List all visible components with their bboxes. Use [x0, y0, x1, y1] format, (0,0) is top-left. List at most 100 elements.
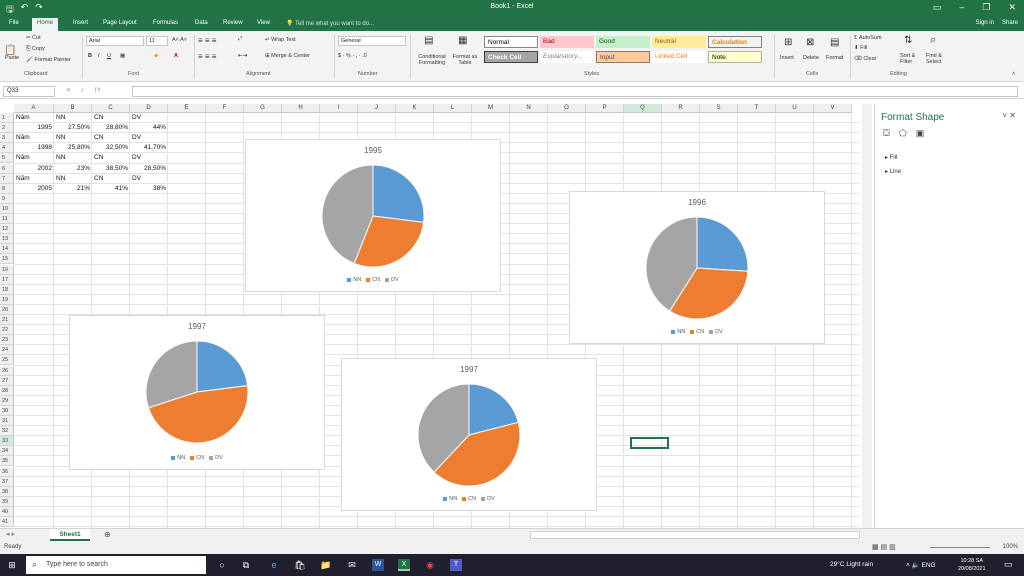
- row-header-40[interactable]: 40: [0, 506, 14, 517]
- cell-a1[interactable]: Năm: [16, 113, 52, 123]
- column-header-o[interactable]: O: [548, 104, 586, 113]
- cell-c4[interactable]: 32,50%: [94, 143, 128, 153]
- indent-icon[interactable]: ⇤⇥: [238, 53, 247, 59]
- column-header-m[interactable]: M: [472, 104, 510, 113]
- cell-b3[interactable]: NN: [56, 133, 90, 143]
- cell-b4[interactable]: 25,80%: [56, 143, 90, 153]
- italic-button[interactable]: I: [98, 53, 100, 59]
- pie-chart-1997-b[interactable]: 1997 NN CN DV: [341, 358, 597, 511]
- tab-page-layout[interactable]: Page Layout: [98, 18, 142, 31]
- size-properties-icon[interactable]: ▣: [916, 128, 925, 139]
- cell-a6[interactable]: 2002: [16, 164, 52, 174]
- zoom-level[interactable]: 100%: [1003, 544, 1018, 550]
- column-header-n[interactable]: N: [510, 104, 548, 113]
- notifications-icon[interactable]: ▭: [1004, 559, 1013, 570]
- cell-a5[interactable]: Năm: [16, 153, 52, 163]
- view-buttons-icon[interactable]: ▦ ▤ ▥: [872, 543, 896, 551]
- clear-button[interactable]: ⌫ Clear: [854, 56, 876, 62]
- tab-formulas[interactable]: Formulas: [148, 18, 183, 31]
- currency-icon[interactable]: $ · % · , · .0: [338, 53, 367, 59]
- style-note[interactable]: Note: [708, 51, 762, 63]
- column-header-t[interactable]: T: [738, 104, 776, 113]
- cell-b8[interactable]: 21%: [56, 184, 90, 194]
- style-check-cell[interactable]: Check Cell: [484, 51, 538, 63]
- ribbon-display-icon[interactable]: ▭: [933, 2, 942, 13]
- horizontal-scrollbar[interactable]: [530, 531, 860, 539]
- column-header-g[interactable]: G: [244, 104, 282, 113]
- column-header-j[interactable]: J: [358, 104, 396, 113]
- row-header-24[interactable]: 24: [0, 345, 14, 356]
- underline-button[interactable]: U: [107, 53, 111, 59]
- cortana-icon[interactable]: ○: [216, 559, 228, 571]
- share-button[interactable]: Share: [1002, 20, 1018, 26]
- cell-b1[interactable]: NN: [56, 113, 90, 123]
- row-header-35[interactable]: 35: [0, 456, 14, 467]
- sheet-tab-sheet1[interactable]: Sheet1: [50, 529, 90, 541]
- tab-review[interactable]: Review: [218, 18, 248, 31]
- row-header-21[interactable]: 21: [0, 315, 14, 325]
- formula-input[interactable]: [132, 86, 1018, 97]
- cut-button[interactable]: ✂ Cut: [26, 35, 41, 41]
- scroll-tabs-icon[interactable]: ◂ ▸: [6, 530, 15, 538]
- font-size-select[interactable]: 11: [146, 36, 168, 46]
- row-header-23[interactable]: 23: [0, 335, 14, 346]
- font-family-select[interactable]: Arial: [86, 36, 144, 46]
- style-linked-cell[interactable]: Linked Cell: [652, 51, 706, 63]
- align-top-icon[interactable]: ≡ ≡ ≡: [198, 36, 216, 45]
- find-select-button[interactable]: Find & Select: [926, 53, 948, 65]
- column-header-a[interactable]: A: [14, 104, 54, 113]
- line-section[interactable]: ▸ Line: [885, 168, 901, 175]
- row-header-11[interactable]: 11: [0, 214, 14, 224]
- cell-c3[interactable]: CN: [94, 133, 128, 143]
- cell-c2[interactable]: 28,80%: [94, 123, 128, 133]
- pie-slice-nn[interactable]: [372, 164, 425, 223]
- row-header-32[interactable]: 32: [0, 426, 14, 437]
- row-header-39[interactable]: 39: [0, 496, 14, 507]
- row-header-15[interactable]: 15: [0, 254, 14, 265]
- row-header-28[interactable]: 28: [0, 385, 14, 396]
- row-header-37[interactable]: 37: [0, 476, 14, 487]
- row-header-19[interactable]: 19: [0, 294, 14, 305]
- style-calculation[interactable]: Calculation: [708, 36, 762, 48]
- tab-home[interactable]: Home: [32, 18, 59, 31]
- column-header-r[interactable]: R: [662, 104, 700, 113]
- tab-view[interactable]: View: [252, 18, 275, 31]
- conditional-formatting-icon[interactable]: ▤: [424, 35, 433, 46]
- new-sheet-icon[interactable]: ⊕: [104, 530, 111, 539]
- cell-a4[interactable]: 1998: [16, 143, 52, 153]
- row-header-18[interactable]: 18: [0, 284, 14, 295]
- row-header-5[interactable]: 5: [0, 153, 14, 164]
- font-color-icon[interactable]: A: [174, 53, 178, 59]
- clock[interactable]: 10:28 SA 20/08/2021: [958, 557, 986, 573]
- row-header-33[interactable]: 33: [0, 436, 14, 447]
- row-header-31[interactable]: 31: [0, 416, 14, 426]
- effects-icon[interactable]: ⬠: [899, 128, 907, 139]
- fill-line-icon[interactable]: ⛋: [883, 128, 890, 139]
- format-as-table-icon[interactable]: ▦: [458, 35, 467, 46]
- paste-button[interactable]: Paste: [5, 55, 19, 61]
- excel-icon[interactable]: X: [398, 559, 410, 571]
- cell-d6[interactable]: 28,50%: [132, 164, 166, 174]
- tell-me-search[interactable]: 💡 Tell me what you want to do...: [286, 20, 374, 27]
- tab-insert[interactable]: Insert: [68, 18, 93, 31]
- cell-a3[interactable]: Năm: [16, 133, 52, 143]
- format-as-table-button[interactable]: Format as Table: [450, 54, 480, 66]
- collapse-ribbon-icon[interactable]: ˄: [1012, 71, 1015, 77]
- cell-c5[interactable]: CN: [94, 153, 128, 163]
- column-header-i[interactable]: I: [320, 104, 358, 113]
- tab-data[interactable]: Data: [190, 18, 213, 31]
- cell-a8[interactable]: 2005: [16, 184, 52, 194]
- cell-d1[interactable]: DV: [132, 113, 166, 123]
- row-header-2[interactable]: 2: [0, 123, 14, 134]
- row-header-13[interactable]: 13: [0, 234, 14, 245]
- cell-c8[interactable]: 41%: [94, 184, 128, 194]
- column-header-s[interactable]: S: [700, 104, 738, 113]
- sign-in-link[interactable]: Sign in: [976, 20, 994, 26]
- conditional-formatting-button[interactable]: Conditional Formatting: [414, 54, 450, 66]
- name-box[interactable]: Q33: [3, 86, 55, 97]
- cell-b7[interactable]: NN: [56, 174, 90, 184]
- cell-c7[interactable]: CN: [94, 174, 128, 184]
- close-button[interactable]: ✕: [1008, 2, 1016, 13]
- row-header-27[interactable]: 27: [0, 375, 14, 386]
- row-header-10[interactable]: 10: [0, 203, 14, 214]
